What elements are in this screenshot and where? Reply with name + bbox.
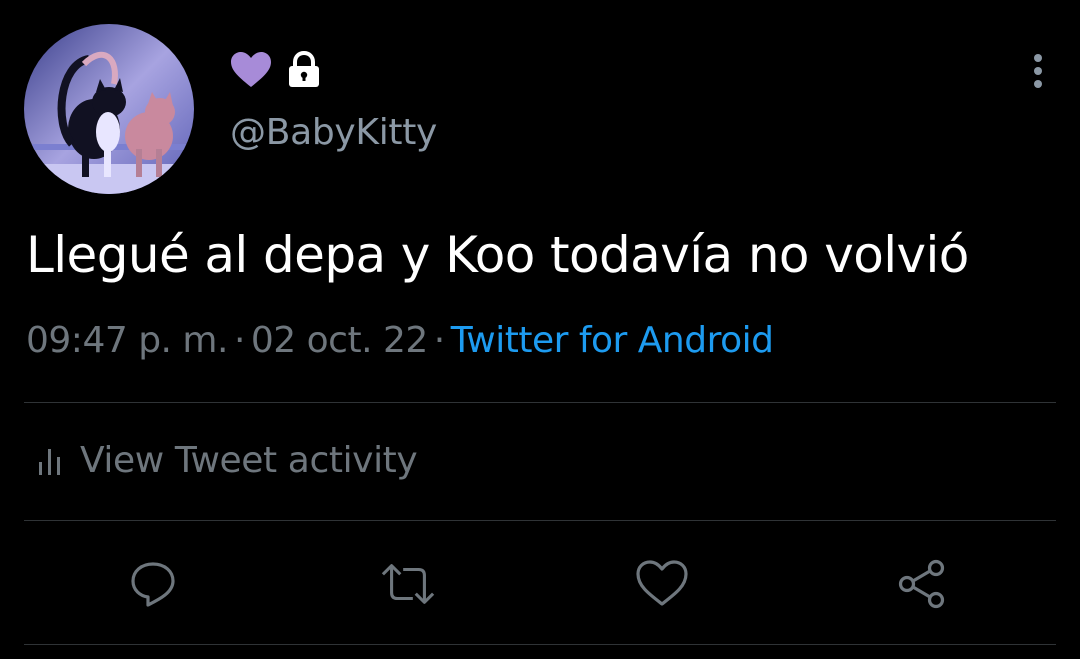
tweet-date[interactable]: 02 oct. 22 bbox=[251, 320, 428, 361]
cats-avatar bbox=[24, 24, 194, 194]
like-button[interactable] bbox=[634, 556, 690, 612]
retweet-icon bbox=[381, 564, 435, 604]
activity-label: View Tweet activity bbox=[80, 440, 418, 481]
tweet-actions bbox=[0, 556, 1080, 612]
tweet-metadata: 09:47 p. m. · 02 oct. 22 · Twitter for Andro… bbox=[26, 320, 774, 361]
reply-icon bbox=[131, 562, 175, 607]
divider bbox=[24, 644, 1056, 645]
avatar[interactable] bbox=[24, 24, 194, 194]
view-tweet-activity-button[interactable]: View Tweet activity bbox=[38, 440, 418, 481]
retweet-button[interactable] bbox=[380, 556, 436, 612]
tweet-detail: @BabyKitty Llegué al depa y Koo todavía … bbox=[0, 0, 1080, 659]
separator: · bbox=[233, 320, 245, 361]
user-handle[interactable]: @BabyKitty bbox=[230, 112, 437, 153]
separator: · bbox=[433, 320, 445, 361]
share-button[interactable] bbox=[894, 556, 950, 612]
share-icon bbox=[898, 559, 945, 609]
divider bbox=[24, 402, 1056, 403]
reply-button[interactable] bbox=[125, 556, 181, 612]
purple-heart-icon bbox=[231, 52, 271, 87]
divider bbox=[24, 520, 1056, 521]
tweet-source-link[interactable]: Twitter for Android bbox=[451, 320, 774, 361]
heart-icon bbox=[636, 560, 688, 606]
tweet-text: Llegué al depa y Koo todavía no volvió bbox=[26, 226, 969, 284]
display-name[interactable] bbox=[230, 50, 322, 90]
bar-chart-icon bbox=[39, 448, 60, 475]
tweet-time[interactable]: 09:47 p. m. bbox=[26, 320, 228, 361]
more-options-icon[interactable] bbox=[1032, 52, 1044, 90]
lock-icon bbox=[289, 51, 319, 87]
